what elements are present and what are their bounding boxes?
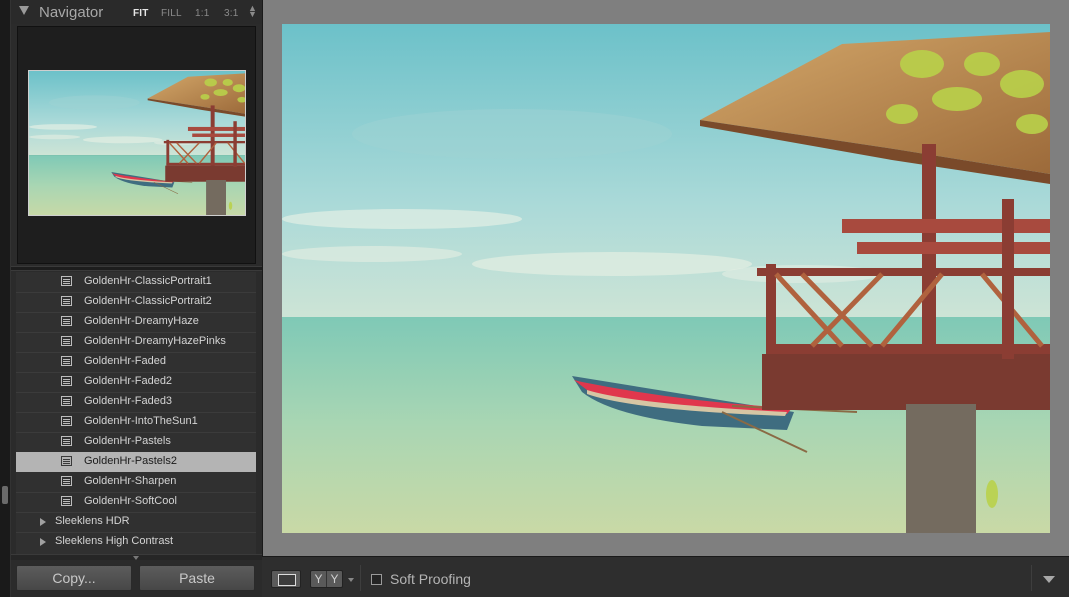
preset-label: GoldenHr-Sharpen [84,475,177,487]
loupe-view-button[interactable] [271,570,301,588]
preset-label: GoldenHr-DreamyHazePinks [84,335,226,347]
before-after-right[interactable]: Y [327,571,342,587]
toolbar-menu-dropdown-icon[interactable] [1043,576,1055,583]
preset-icon [61,476,72,486]
zoom-1-1-option[interactable]: 1:1 [195,8,210,19]
preset-label: GoldenHr-ClassicPortrait2 [84,295,212,307]
image-canvas[interactable] [262,0,1069,556]
preset-label: GoldenHr-Faded3 [84,395,173,407]
preset-label: GoldenHr-DreamyHaze [84,315,199,327]
preset-label: GoldenHr-SoftCool [84,495,177,507]
zoom-fill-option[interactable]: FILL [161,8,182,19]
folder-label: Sleeklens HDR [55,515,130,527]
panel-end-triangle-icon [133,556,139,560]
preset-item-selected[interactable]: GoldenHr-Pastels2 [16,452,256,472]
preset-label: GoldenHr-Pastels [84,435,171,447]
collapse-triangle-icon[interactable] [19,6,29,15]
preset-label: GoldenHr-Pastels2 [84,455,177,467]
preset-item[interactable]: GoldenHr-SoftCool [16,492,256,512]
left-panel-collapse-strip[interactable] [0,0,11,597]
preset-item[interactable]: GoldenHr-ClassicPortrait1 [16,272,256,292]
toolbar-divider [360,565,361,591]
main-photo[interactable] [282,24,1050,533]
toolbar-divider [1031,565,1032,591]
before-after-dropdown-icon[interactable] [348,578,354,582]
preset-item[interactable]: GoldenHr-ClassicPortrait2 [16,292,256,312]
preset-icon [61,396,72,406]
preset-icon [61,356,72,366]
soft-proofing-checkbox[interactable] [371,574,382,585]
preset-icon [61,436,72,446]
navigator-preview[interactable] [17,26,256,264]
copy-button[interactable]: Copy... [16,565,132,591]
preset-item[interactable]: GoldenHr-Faded2 [16,372,256,392]
panel-resize-handle[interactable] [2,486,8,504]
preset-item[interactable]: GoldenHr-Faded3 [16,392,256,412]
navigator-header[interactable]: Navigator FIT FILL 1:1 3:1 ▲ ▼ [11,0,262,24]
preset-item[interactable]: GoldenHr-DreamyHaze [16,312,256,332]
navigator-thumbnail-image [29,71,245,215]
preset-label: GoldenHr-IntoTheSun1 [84,415,198,427]
preset-folder-high-contrast[interactable]: Sleeklens High Contrast [16,532,256,552]
preset-icon [61,276,72,286]
bottom-toolbar: Y Y Soft Proofing [262,556,1069,597]
soft-proofing-label[interactable]: Soft Proofing [390,571,471,587]
preset-item[interactable]: GoldenHr-IntoTheSun1 [16,412,256,432]
preset-icon [61,416,72,426]
left-panel: Navigator FIT FILL 1:1 3:1 ▲ ▼ GoldenHr-C… [11,0,262,597]
preset-icon [61,496,72,506]
preset-item[interactable]: GoldenHr-Faded [16,352,256,372]
preset-icon [61,456,72,466]
preset-icon [61,296,72,306]
preset-folder-hdr[interactable]: Sleeklens HDR [16,512,256,532]
preset-item[interactable]: GoldenHr-Pastels [16,432,256,452]
zoom-fit-option[interactable]: FIT [133,8,149,19]
preset-icon [61,376,72,386]
zoom-3-1-option[interactable]: 3:1 [224,8,239,19]
preset-item[interactable]: GoldenHr-DreamyHazePinks [16,332,256,352]
presets-list: GoldenHr-ClassicPortrait1 GoldenHr-Class… [16,272,256,554]
preset-icon [61,316,72,326]
navigator-thumbnail[interactable] [28,70,246,216]
before-after-left[interactable]: Y [311,571,327,587]
preset-icon [61,336,72,346]
preset-label: GoldenHr-ClassicPortrait1 [84,275,212,287]
navigator-title: Navigator [39,4,104,21]
panel-end-marker [11,554,262,560]
folder-label: Sleeklens High Contrast [55,535,174,547]
before-after-view-button[interactable]: Y Y [310,570,343,588]
lightroom-develop-window: Navigator FIT FILL 1:1 3:1 ▲ ▼ GoldenHr-C… [0,0,1069,597]
preset-item[interactable]: GoldenHr-Sharpen [16,472,256,492]
preset-label: GoldenHr-Faded [84,355,166,367]
expand-triangle-icon[interactable] [40,538,46,546]
zoom-ratio-stepper-icon[interactable]: ▲ ▼ [248,4,257,19]
panel-divider [11,266,262,271]
preset-label: GoldenHr-Faded2 [84,375,173,387]
photo-image [282,24,1050,533]
expand-triangle-icon[interactable] [40,518,46,526]
paste-button[interactable]: Paste [139,565,255,591]
